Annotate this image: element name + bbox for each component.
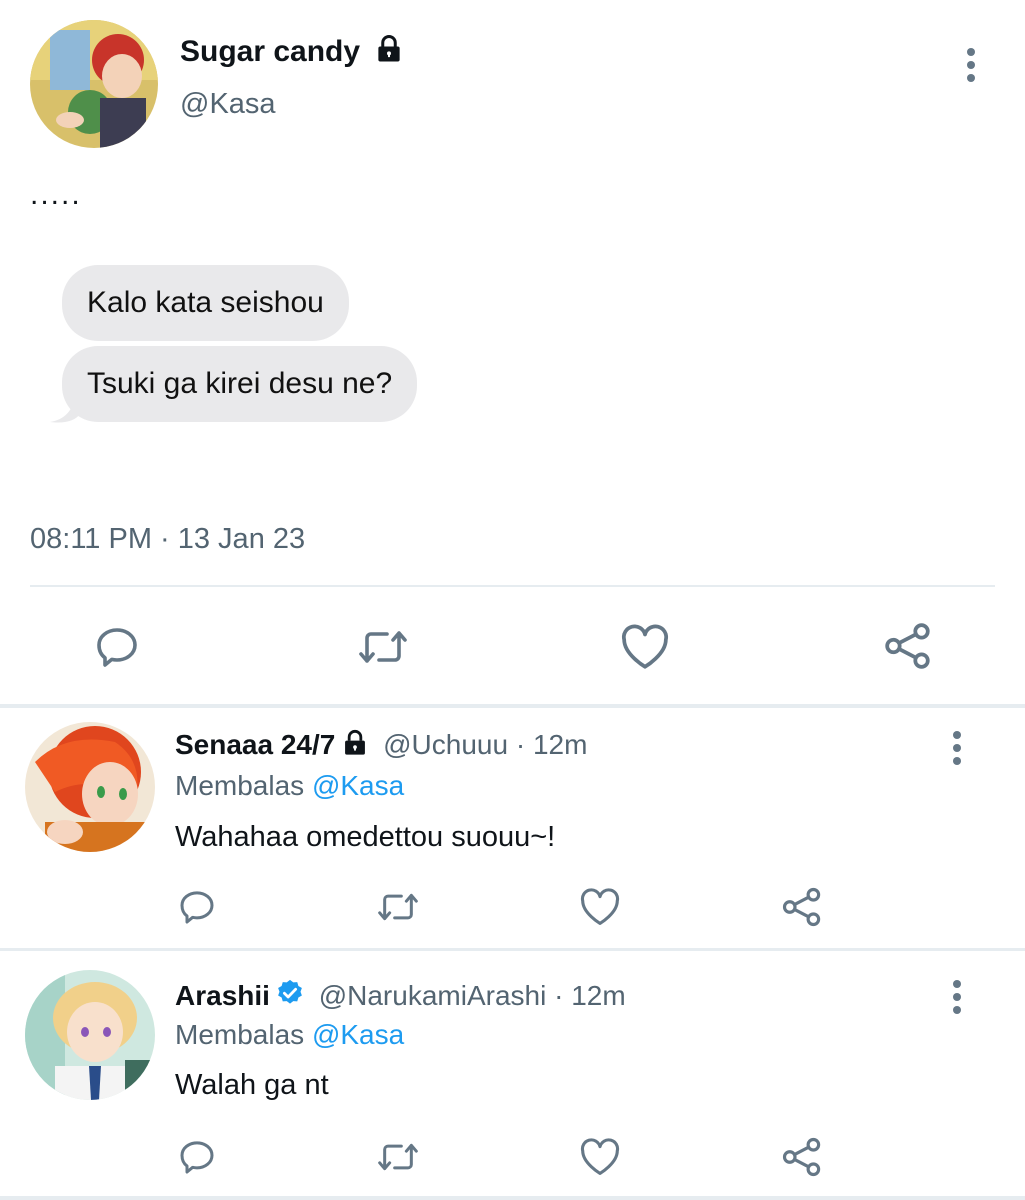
display-name[interactable]: Senaaa 24/7 xyxy=(175,729,335,760)
verified-badge-icon xyxy=(275,978,305,1015)
message-bubble: Kalo kata seishou xyxy=(62,265,349,341)
like-icon[interactable] xyxy=(618,622,672,672)
reply-header: Arashii @NarukamiArashi · 12m xyxy=(175,978,626,1015)
timestamp: · 12m xyxy=(554,980,626,1011)
bubble-tail xyxy=(50,396,80,423)
replying-to: Membalas @Kasa xyxy=(175,1019,405,1050)
display-name[interactable]: Sugar candy xyxy=(180,34,404,72)
divider xyxy=(0,1196,1025,1200)
reply-icon[interactable] xyxy=(92,622,142,672)
share-icon[interactable] xyxy=(780,885,824,929)
share-icon[interactable] xyxy=(882,620,934,672)
mention-link[interactable]: @Kasa xyxy=(312,770,404,801)
avatar[interactable] xyxy=(30,20,158,148)
replying-to: Membalas @Kasa xyxy=(175,770,405,801)
handle[interactable]: @Kasa xyxy=(180,88,276,121)
reply-icon[interactable] xyxy=(176,1136,218,1178)
more-options-icon[interactable] xyxy=(951,731,963,770)
avatar[interactable] xyxy=(25,970,155,1100)
timestamp: 08:11 PM · 13 Jan 23 xyxy=(30,523,306,555)
display-name[interactable]: Arashii xyxy=(175,980,270,1011)
avatar[interactable] xyxy=(25,722,155,852)
divider xyxy=(30,585,995,587)
reply-header: Senaaa 24/7 @Uchuuu · 12m xyxy=(175,729,587,764)
timestamp: · 12m xyxy=(515,729,588,760)
divider xyxy=(0,948,1025,951)
mention-link[interactable]: @Kasa xyxy=(312,1019,404,1050)
reply-text: Walah ga nt xyxy=(175,1069,329,1101)
like-icon[interactable] xyxy=(578,1136,622,1178)
retweet-icon[interactable] xyxy=(355,622,411,672)
tweet-text: ..... xyxy=(30,178,82,211)
share-icon[interactable] xyxy=(780,1135,824,1179)
retweet-icon[interactable] xyxy=(374,1136,422,1178)
handle[interactable]: @Uchuuu xyxy=(383,729,508,760)
more-options-icon[interactable] xyxy=(951,980,963,1019)
message-bubble: Tsuki ga kirei desu ne? xyxy=(62,346,418,422)
retweet-icon[interactable] xyxy=(374,886,422,928)
reply-icon[interactable] xyxy=(176,886,218,928)
more-options-icon[interactable] xyxy=(965,48,977,87)
divider xyxy=(0,704,1025,708)
lock-icon xyxy=(341,729,369,764)
reply-text: Wahahaa omedettou suouu~! xyxy=(175,821,556,853)
like-icon[interactable] xyxy=(578,886,622,928)
handle[interactable]: @NarukamiArashi xyxy=(319,980,547,1011)
lock-icon xyxy=(374,34,404,72)
